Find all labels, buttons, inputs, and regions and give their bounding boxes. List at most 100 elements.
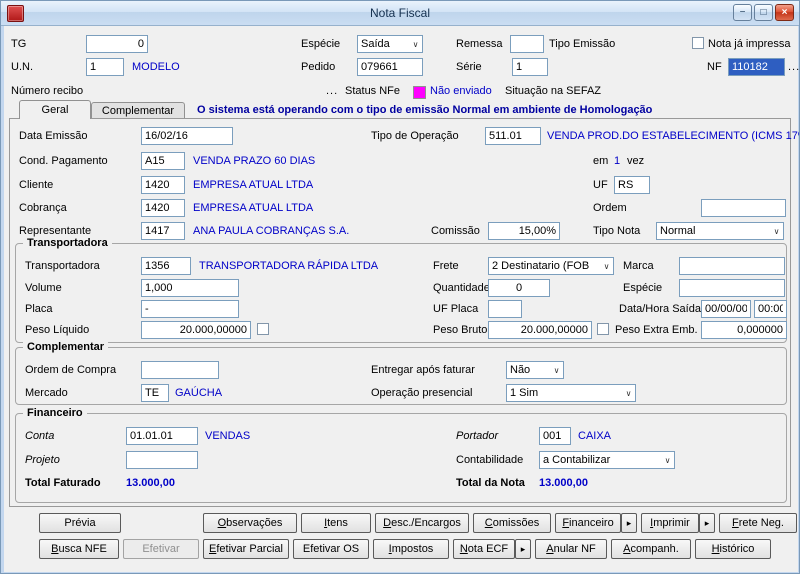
impostos-button[interactable]: Impostos: [373, 539, 449, 559]
operacao-presencial-label: Operação presencial: [371, 387, 473, 399]
representante-input[interactable]: [141, 222, 185, 240]
minimize-icon[interactable]: −: [733, 4, 752, 21]
complementar-legend: Complementar: [23, 341, 109, 353]
button-row-1: Prévia Observações Itens Desc./Encargos …: [39, 513, 797, 533]
ordem-input[interactable]: [701, 199, 786, 217]
quantidade-input[interactable]: [488, 279, 550, 297]
financeiro-menu-arrow-icon[interactable]: ▸: [621, 513, 637, 533]
efetivar-parcial-button[interactable]: Efetivar Parcial: [203, 539, 289, 559]
remessa-input[interactable]: [510, 35, 544, 53]
transportadora-desc: TRANSPORTADORA RÁPIDA LTDA: [199, 260, 379, 272]
marca-input[interactable]: [679, 257, 785, 275]
cond-pagamento-label: Cond. Pagamento: [19, 155, 108, 167]
acompanh-button[interactable]: Acompanh.: [611, 539, 691, 559]
anular-nf-button[interactable]: Anular NF: [535, 539, 607, 559]
peso-extra-input[interactable]: [701, 321, 787, 339]
comissao-input[interactable]: [488, 222, 560, 240]
data-saida-input[interactable]: [701, 300, 751, 318]
chevron-down-icon: ∨: [603, 261, 610, 271]
marca-label: Marca: [623, 260, 654, 272]
uf-input[interactable]: [614, 176, 650, 194]
nf-input[interactable]: [728, 58, 785, 76]
transportadora-input[interactable]: [141, 257, 191, 275]
entregar-apos-faturar-label: Entregar após faturar: [371, 364, 475, 376]
imprimir-button[interactable]: Imprimir: [641, 513, 699, 533]
tipo-nota-select[interactable]: Normal ∨: [656, 222, 784, 240]
volume-input[interactable]: [141, 279, 239, 297]
nota-ja-impressa-label: Nota já impressa: [708, 38, 791, 50]
ordem-compra-input[interactable]: [141, 361, 219, 379]
imprimir-button-group: Imprimir ▸: [641, 513, 715, 533]
tab-complementar[interactable]: Complementar: [91, 102, 185, 118]
pedido-input[interactable]: [357, 58, 423, 76]
cobranca-input[interactable]: [141, 199, 185, 217]
tipo-nota-label: Tipo Nota: [593, 225, 641, 237]
entregar-apos-faturar-value: Não: [510, 364, 531, 376]
cliente-input[interactable]: [141, 176, 185, 194]
itens-button[interactable]: Itens: [301, 513, 371, 533]
conta-desc: VENDAS: [205, 430, 251, 442]
tab-geral[interactable]: Geral: [19, 100, 91, 119]
uf-label: UF: [593, 179, 608, 191]
recibo-more-button[interactable]: ...: [326, 85, 338, 97]
total-da-nota-value: 13.000,00: [539, 477, 588, 489]
financeiro-legend: Financeiro: [23, 407, 87, 419]
tipo-operacao-input[interactable]: [485, 127, 541, 145]
conta-input[interactable]: [126, 427, 198, 445]
desc-encargos-button[interactable]: Desc./Encargos: [375, 513, 469, 533]
hora-saida-input[interactable]: [754, 300, 787, 318]
projeto-input[interactable]: [126, 451, 198, 469]
projeto-label: Projeto: [25, 454, 60, 466]
peso-extra-label: Peso Extra Emb.: [615, 324, 698, 336]
entregar-apos-faturar-select[interactable]: Não ∨: [506, 361, 564, 379]
comissoes-button[interactable]: Comissões: [473, 513, 551, 533]
peso-liquido-checkbox[interactable]: [257, 323, 269, 335]
volume-label: Volume: [25, 282, 62, 294]
financeiro-button[interactable]: Financeiro: [555, 513, 621, 533]
historico-button[interactable]: Histórico: [695, 539, 771, 559]
operacao-presencial-select[interactable]: 1 Sim ∨: [506, 384, 636, 402]
un-input[interactable]: [86, 58, 124, 76]
uf-placa-input[interactable]: [488, 300, 522, 318]
tipo-operacao-label: Tipo de Operação: [371, 130, 459, 142]
cliente-label: Cliente: [19, 179, 54, 191]
data-emissao-input[interactable]: [141, 127, 233, 145]
mercado-input[interactable]: [141, 384, 169, 402]
chevron-down-icon: ∨: [553, 365, 560, 375]
cobranca-label: Cobrança: [19, 202, 67, 214]
efetivar-os-button[interactable]: Efetivar OS: [293, 539, 369, 559]
serie-input[interactable]: [512, 58, 548, 76]
peso-liquido-label: Peso Líquido: [25, 324, 90, 336]
contabilidade-select[interactable]: a Contabilizar ∨: [539, 451, 675, 469]
especie-select[interactable]: Saída ∨: [357, 35, 423, 53]
nota-ecf-menu-arrow-icon[interactable]: ▸: [515, 539, 531, 559]
especie-emb-input[interactable]: [679, 279, 785, 297]
numero-recibo-label: Número recibo: [11, 85, 84, 97]
nf-more-button[interactable]: ...: [788, 61, 799, 73]
status-nfe-label: Status NFe: [345, 85, 401, 97]
imprimir-menu-arrow-icon[interactable]: ▸: [699, 513, 715, 533]
tg-label: TG: [11, 38, 27, 50]
nota-ja-impressa-checkbox[interactable]: [692, 37, 704, 49]
cobranca-desc: EMPRESA ATUAL LTDA: [193, 202, 314, 214]
observacoes-button[interactable]: Observações: [203, 513, 297, 533]
placa-input[interactable]: [141, 300, 239, 318]
un-label: U.N.: [11, 61, 33, 73]
peso-liquido-input[interactable]: [141, 321, 251, 339]
peso-bruto-input[interactable]: [488, 321, 592, 339]
tg-input[interactable]: [86, 35, 148, 53]
peso-bruto-checkbox[interactable]: [597, 323, 609, 335]
window-title: Nota Fiscal: [369, 6, 431, 20]
portador-input[interactable]: [539, 427, 571, 445]
previa-button[interactable]: Prévia: [39, 513, 121, 533]
cond-pagamento-input[interactable]: [141, 152, 185, 170]
close-icon[interactable]: ×: [775, 4, 794, 21]
frete-neg-button[interactable]: Frete Neg.: [719, 513, 797, 533]
contabilidade-label: Contabilidade: [456, 454, 524, 466]
frete-select[interactable]: 2 Destinatario (FOB ∨: [488, 257, 614, 275]
efetivar-button[interactable]: Efetivar: [123, 539, 199, 559]
title-bar: Nota Fiscal − □ ×: [1, 1, 799, 26]
busca-nfe-button[interactable]: Busca NFE: [39, 539, 119, 559]
maximize-icon[interactable]: □: [754, 4, 773, 21]
nota-ecf-button[interactable]: Nota ECF: [453, 539, 515, 559]
